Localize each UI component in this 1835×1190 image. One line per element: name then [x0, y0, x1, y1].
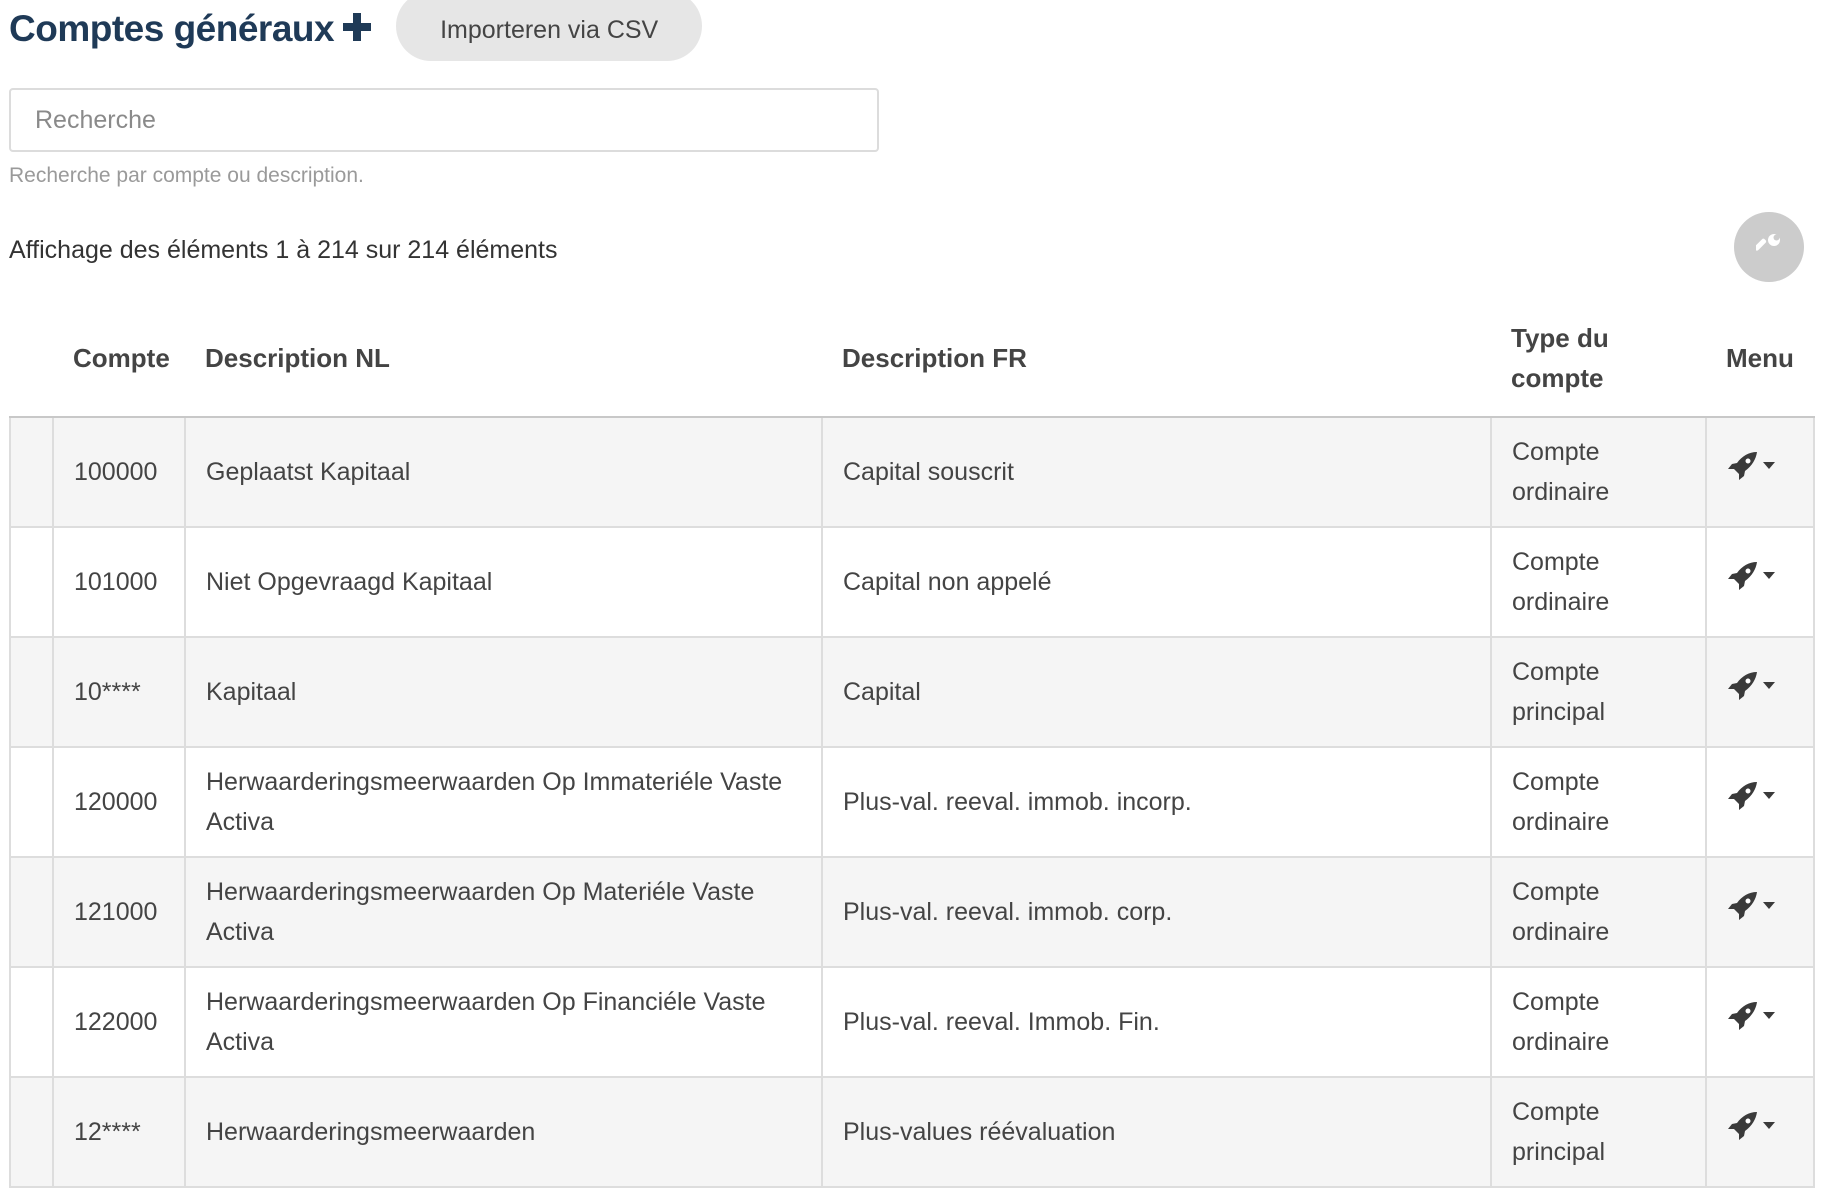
account-cell: 121000 [52, 856, 186, 968]
desc-fr-cell: Capital [821, 636, 1492, 748]
type-cell: Compte ordinaire [1490, 746, 1707, 858]
row-select-cell[interactable] [9, 966, 54, 1078]
desc-fr-cell: Capital non appelé [821, 526, 1492, 638]
menu-cell [1705, 526, 1815, 638]
table-row[interactable]: 120000 Herwaarderingsmeerwaarden Op Imma… [9, 746, 1815, 858]
account-cell: 100000 [52, 416, 186, 528]
col-desc-nl-header[interactable]: Description NL [185, 300, 822, 418]
account-cell: 122000 [52, 966, 186, 1078]
row-menu-button[interactable] [1727, 561, 1775, 591]
table-header-row: Compte Description NL Description FR Typ… [10, 300, 1814, 418]
table-row[interactable]: 10**** Kapitaal Capital Compte principal [9, 636, 1815, 748]
table-row[interactable]: 12**** Herwaarderingsmeerwaarden Plus-va… [9, 1076, 1815, 1188]
settings-button[interactable] [1734, 212, 1804, 282]
row-menu-button[interactable] [1727, 781, 1775, 811]
type-cell: Compte ordinaire [1490, 966, 1707, 1078]
desc-fr-cell: Plus-values réévaluation [821, 1076, 1492, 1188]
type-cell: Compte ordinaire [1490, 526, 1707, 638]
row-select-cell[interactable] [9, 856, 54, 968]
rocket-icon [1728, 782, 1757, 810]
row-menu-button[interactable] [1727, 451, 1775, 481]
rocket-icon [1728, 452, 1757, 480]
row-select-cell[interactable] [9, 1076, 54, 1188]
desc-nl-cell: Herwaarderingsmeerwaarden Op Immateriéle… [184, 746, 823, 858]
type-cell: Compte ordinaire [1490, 856, 1707, 968]
menu-cell [1705, 966, 1815, 1078]
menu-cell [1705, 746, 1815, 858]
wrench-icon [1754, 232, 1782, 263]
desc-nl-cell: Herwaarderingsmeerwaarden [184, 1076, 823, 1188]
type-cell: Compte principal [1490, 1076, 1707, 1188]
desc-fr-cell: Plus-val. reeval. Immob. Fin. [821, 966, 1492, 1078]
account-cell: 101000 [52, 526, 186, 638]
menu-cell [1705, 856, 1815, 968]
account-cell: 10**** [52, 636, 186, 748]
table-row[interactable]: 122000 Herwaarderingsmeerwaarden Op Fina… [9, 966, 1815, 1078]
col-desc-fr-header[interactable]: Description FR [822, 300, 1491, 418]
menu-cell [1705, 636, 1815, 748]
menu-cell [1705, 1076, 1815, 1188]
search-input[interactable] [9, 88, 879, 152]
table-row[interactable]: 100000 Geplaatst Kapitaal Capital souscr… [9, 416, 1815, 528]
accounts-table: Compte Description NL Description FR Typ… [9, 300, 1815, 1188]
import-csv-button[interactable]: Importeren via CSV [396, 0, 703, 61]
row-menu-button[interactable] [1727, 891, 1775, 921]
col-menu-header: Menu [1706, 300, 1814, 418]
type-cell: Compte principal [1490, 636, 1707, 748]
chevron-down-icon [1763, 572, 1775, 579]
plus-icon[interactable] [340, 10, 374, 44]
chevron-down-icon [1763, 792, 1775, 799]
account-cell: 12**** [52, 1076, 186, 1188]
rocket-icon [1728, 1002, 1757, 1030]
col-type-header[interactable]: Type du compte [1491, 300, 1706, 418]
table-row[interactable]: 101000 Niet Opgevraagd Kapitaal Capital … [9, 526, 1815, 638]
desc-nl-cell: Herwaarderingsmeerwaarden Op Financiéle … [184, 966, 823, 1078]
rocket-icon [1728, 892, 1757, 920]
desc-nl-cell: Geplaatst Kapitaal [184, 416, 823, 528]
desc-fr-cell: Plus-val. reeval. immob. corp. [821, 856, 1492, 968]
col-account-header[interactable]: Compte [53, 300, 185, 418]
row-menu-button[interactable] [1727, 671, 1775, 701]
rocket-icon [1728, 562, 1757, 590]
row-menu-button[interactable] [1727, 1001, 1775, 1031]
search-help-text: Recherche par compte ou description. [9, 164, 364, 187]
page-title: Comptes généraux [9, 7, 335, 49]
row-select-cell[interactable] [9, 636, 54, 748]
chevron-down-icon [1763, 1122, 1775, 1129]
table-row[interactable]: 121000 Herwaarderingsmeerwaarden Op Mate… [9, 856, 1815, 968]
row-select-cell[interactable] [9, 526, 54, 638]
desc-fr-cell: Plus-val. reeval. immob. incorp. [821, 746, 1492, 858]
row-select-cell[interactable] [9, 746, 54, 858]
rocket-icon [1728, 672, 1757, 700]
pagination-summary: Affichage des éléments 1 à 214 sur 214 é… [9, 236, 558, 264]
desc-nl-cell: Herwaarderingsmeerwaarden Op Materiéle V… [184, 856, 823, 968]
col-select-header [10, 300, 53, 418]
chevron-down-icon [1763, 902, 1775, 909]
type-cell: Compte ordinaire [1490, 416, 1707, 528]
page-header: Comptes généraux Importeren via CSV [9, 0, 703, 62]
row-menu-button[interactable] [1727, 1111, 1775, 1141]
desc-nl-cell: Niet Opgevraagd Kapitaal [184, 526, 823, 638]
desc-nl-cell: Kapitaal [184, 636, 823, 748]
desc-fr-cell: Capital souscrit [821, 416, 1492, 528]
chevron-down-icon [1763, 1012, 1775, 1019]
chevron-down-icon [1763, 682, 1775, 689]
menu-cell [1705, 416, 1815, 528]
rocket-icon [1728, 1112, 1757, 1140]
row-select-cell[interactable] [9, 416, 54, 528]
account-cell: 120000 [52, 746, 186, 858]
chevron-down-icon [1763, 462, 1775, 469]
